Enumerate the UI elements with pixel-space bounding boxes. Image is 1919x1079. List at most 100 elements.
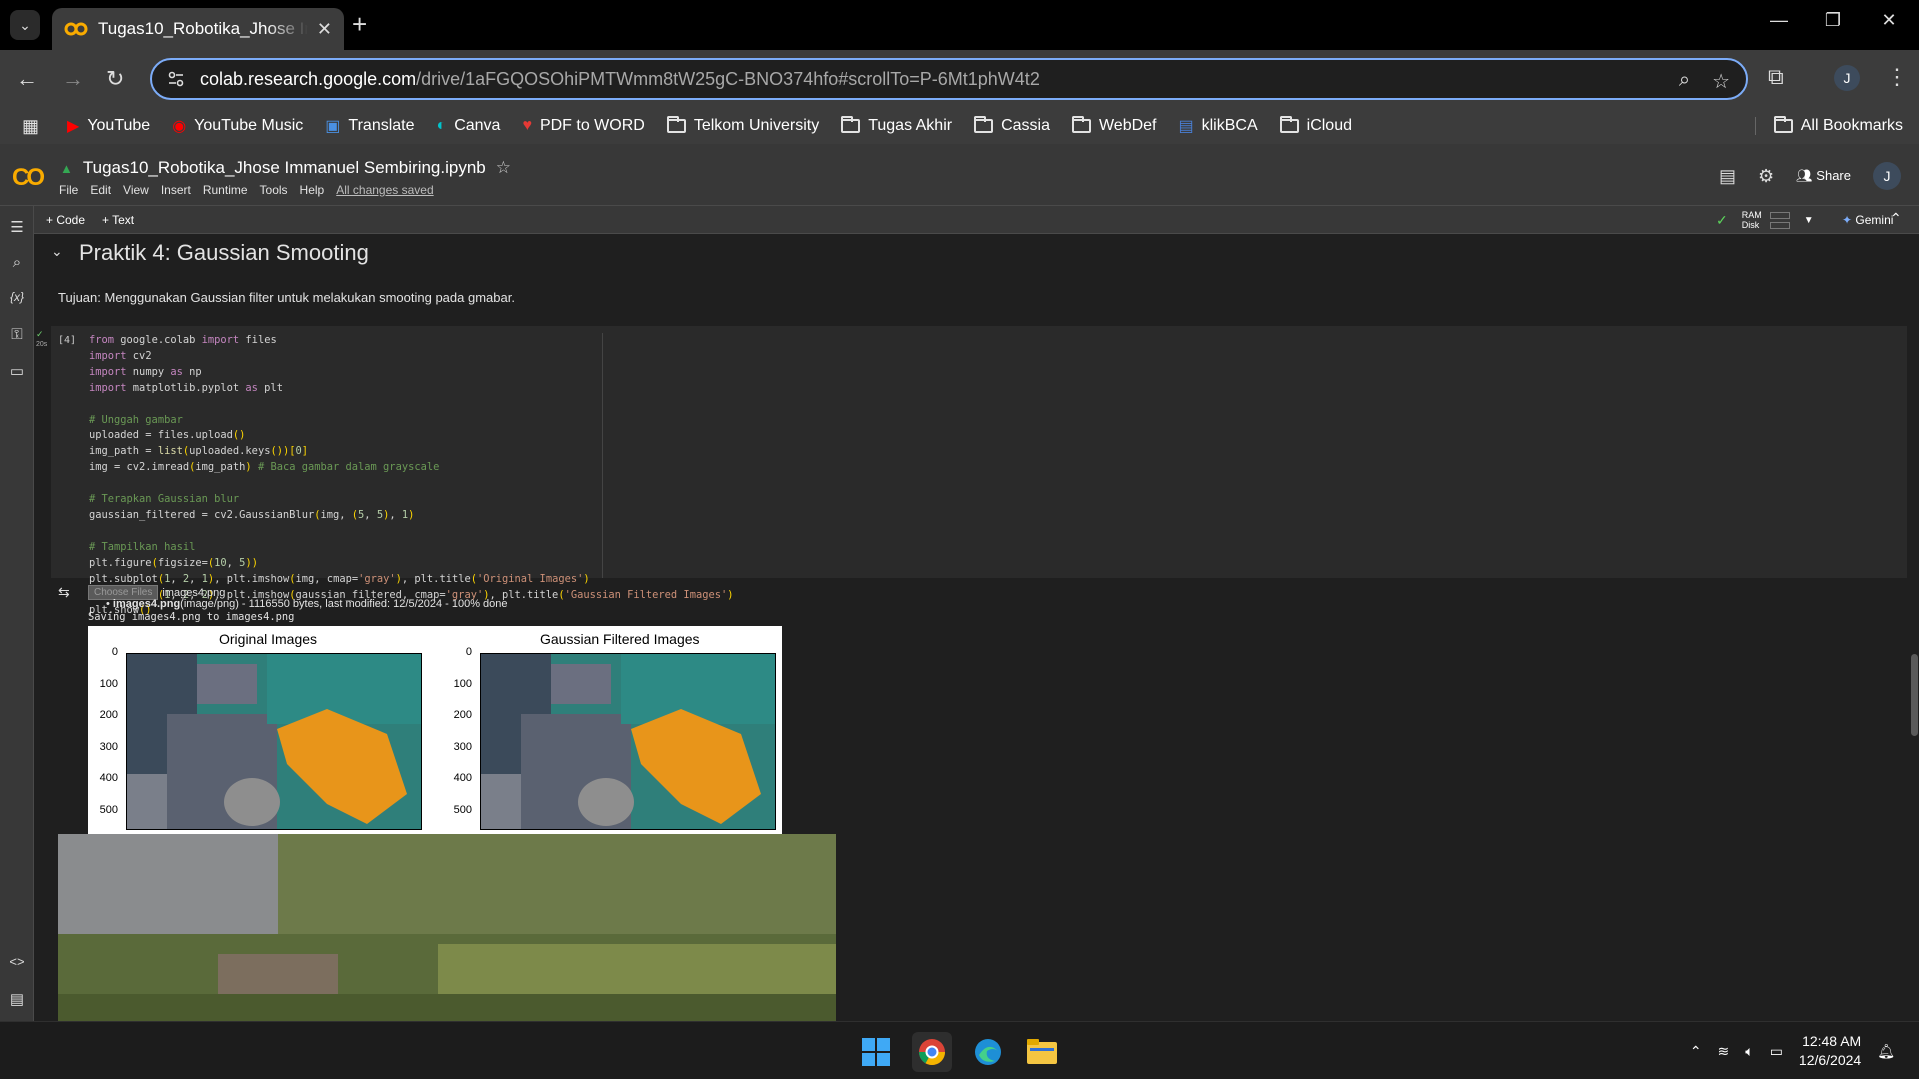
- code-editor[interactable]: from google.colab import files import cv…: [89, 333, 734, 619]
- toc-icon[interactable]: ☰: [7, 218, 27, 236]
- extensions-icon[interactable]: ⧉: [1768, 64, 1784, 90]
- site-info-icon[interactable]: [166, 69, 186, 89]
- run-time: 20s: [36, 341, 48, 348]
- back-icon[interactable]: ←: [16, 66, 38, 92]
- zoom-icon[interactable]: ⌕: [1679, 69, 1690, 94]
- file-explorer-icon[interactable]: [1022, 1032, 1062, 1072]
- forward-icon[interactable]: →: [62, 66, 84, 92]
- notifications-bell-icon[interactable]: 🔔︎: [1877, 1043, 1895, 1060]
- menu-tools[interactable]: Tools: [260, 183, 288, 197]
- gemini-button[interactable]: ✦ Gemini: [1842, 213, 1893, 227]
- menu-runtime[interactable]: Runtime: [203, 183, 248, 197]
- runtime-dropdown-icon[interactable]: ▼: [1804, 215, 1814, 226]
- code-snippets-icon[interactable]: <>: [7, 954, 27, 969]
- active-tab[interactable]: Tugas10_Robotika_Jhose Imma ✕: [52, 8, 344, 50]
- objective-text: Tujuan: Menggunakan Gaussian filter untu…: [58, 290, 515, 305]
- colab-avatar[interactable]: J: [1873, 162, 1901, 190]
- add-code-button[interactable]: + Code: [46, 213, 85, 227]
- saving-line: Saving images4.png to images4.png: [88, 611, 295, 623]
- new-tab-button[interactable]: +: [352, 11, 367, 37]
- add-text-button[interactable]: + Text: [102, 213, 134, 227]
- ytick-right: 400: [453, 772, 472, 784]
- settings-gear-icon[interactable]: ⚙: [1758, 166, 1774, 187]
- files-folder-icon[interactable]: ▭: [7, 362, 27, 380]
- photo-preview: [58, 834, 836, 1021]
- tab-search-button[interactable]: ⌄: [10, 10, 40, 40]
- notebook-scrollbar[interactable]: [1911, 654, 1918, 736]
- bookmark-cassia[interactable]: Cassia: [974, 116, 1050, 135]
- resources-indicator[interactable]: ✓ RAM Disk ▼: [1716, 210, 1814, 230]
- execution-count: [4]: [58, 335, 77, 346]
- chrome-menu-icon[interactable]: ⋮: [1886, 64, 1908, 90]
- comments-icon[interactable]: ▤: [1719, 166, 1736, 187]
- chrome-taskbar-icon[interactable]: [912, 1032, 952, 1072]
- folder-icon: [1773, 116, 1793, 133]
- bookmark-label: Canva: [454, 117, 501, 134]
- menu-file[interactable]: File: [59, 183, 78, 197]
- cell-toolbar: + Code + Text ✓ RAM Disk ▼ ✦ Gemini ⌃: [34, 206, 1919, 234]
- bookmark-label: iCloud: [1306, 117, 1352, 134]
- upload-detail: • images4.png(image/png) - 1116550 bytes…: [106, 598, 508, 610]
- bookmark-translate[interactable]: ▣ Translate: [325, 116, 414, 136]
- variables-icon[interactable]: {x}: [7, 290, 27, 304]
- all-bookmarks[interactable]: All Bookmarks: [1754, 116, 1903, 135]
- search-icon[interactable]: ⌕: [7, 254, 27, 271]
- section-collapse-chevron-icon[interactable]: ⌄: [51, 243, 63, 260]
- apps-grid-icon[interactable]: ▦: [22, 116, 39, 137]
- menu-insert[interactable]: Insert: [161, 183, 191, 197]
- bookmark-klikbca[interactable]: ▤ klikBCA: [1179, 116, 1258, 136]
- gemini-label: Gemini: [1855, 213, 1894, 227]
- edge-taskbar-icon[interactable]: [968, 1032, 1008, 1072]
- run-status[interactable]: ✓ 20s: [36, 330, 47, 349]
- wifi-icon[interactable]: ≋: [1718, 1043, 1730, 1060]
- bookmark-tugas-akhir[interactable]: Tugas Akhir: [841, 116, 952, 135]
- ytick-right: 100: [453, 678, 472, 690]
- bookmark-youtube[interactable]: ▶ YouTube: [67, 116, 150, 136]
- tab-title: Tugas10_Robotika_Jhose Imma: [98, 19, 308, 38]
- left-plot-title: Original Images: [219, 631, 318, 647]
- volume-icon[interactable]: 🔈︎: [1745, 1043, 1753, 1060]
- profile-avatar[interactable]: J: [1834, 65, 1860, 91]
- output-toggle-icon[interactable]: ⇆: [58, 584, 70, 601]
- notebook-title[interactable]: Tugas10_Robotika_Jhose Immanuel Sembirin…: [83, 158, 486, 178]
- bookmark-webdef[interactable]: WebDef: [1071, 116, 1157, 135]
- left-rail: ☰ ⌕ {x} ⚿ ▭ <> ▤: [0, 206, 34, 1021]
- close-window-icon[interactable]: ✕: [1874, 10, 1904, 31]
- ytick-left: 200: [99, 709, 118, 721]
- address-bar[interactable]: colab.research.google.com/drive/1aFGQOSO…: [150, 58, 1748, 100]
- ytick-right: 300: [453, 741, 472, 753]
- ytick-left: 300: [99, 741, 118, 753]
- run-check-icon: ✓: [36, 329, 44, 339]
- save-status[interactable]: All changes saved: [336, 183, 433, 197]
- url-text: colab.research.google.com/drive/1aFGQOSO…: [200, 69, 1040, 90]
- reload-icon[interactable]: ↻: [106, 66, 124, 92]
- restore-icon[interactable]: ❐: [1818, 10, 1848, 31]
- star-icon[interactable]: ☆: [496, 158, 511, 178]
- collapse-header-icon[interactable]: ⌃: [1890, 210, 1902, 227]
- colab-logo[interactable]: CO: [12, 164, 45, 192]
- bookmark-label: YouTube Music: [194, 117, 304, 134]
- bookmark-star-icon[interactable]: ☆: [1712, 69, 1730, 94]
- bookmark-canva[interactable]: ◐ Canva: [437, 117, 501, 135]
- menu-view[interactable]: View: [123, 183, 149, 197]
- secrets-key-icon[interactable]: ⚿: [7, 326, 27, 343]
- disk-bar: [1769, 221, 1790, 229]
- windows-start-icon[interactable]: [856, 1032, 896, 1072]
- bookmark-icloud[interactable]: iCloud: [1279, 116, 1352, 135]
- notebook-title-row: ▲ Tugas10_Robotika_Jhose Immanuel Sembir…: [60, 158, 511, 178]
- minimize-icon[interactable]: —: [1764, 10, 1794, 31]
- bookmark-youtube-music[interactable]: ◉ YouTube Music: [172, 116, 303, 136]
- menu-help[interactable]: Help: [300, 183, 325, 197]
- tray-overflow-icon[interactable]: ⌃: [1690, 1043, 1702, 1060]
- screen: ⌄ Tugas10_Robotika_Jhose Imma ✕ + — ❐ ✕ …: [0, 0, 1919, 1079]
- command-palette-icon[interactable]: ▤: [7, 990, 27, 1008]
- share-button[interactable]: 👥︎ Share: [1796, 168, 1851, 184]
- folder-icon: [666, 116, 686, 133]
- clock[interactable]: 12:48 AM 12/6/2024: [1799, 1032, 1861, 1070]
- colab-menu: File Edit View Insert Runtime Tools Help…: [59, 183, 434, 197]
- menu-edit[interactable]: Edit: [90, 183, 111, 197]
- bookmark-pdf-to-word[interactable]: ♥ PDF to WORD: [522, 117, 644, 135]
- bookmark-telkom[interactable]: Telkom University: [666, 116, 819, 135]
- close-tab-icon[interactable]: ✕: [317, 19, 332, 40]
- battery-icon[interactable]: ▭: [1770, 1043, 1783, 1060]
